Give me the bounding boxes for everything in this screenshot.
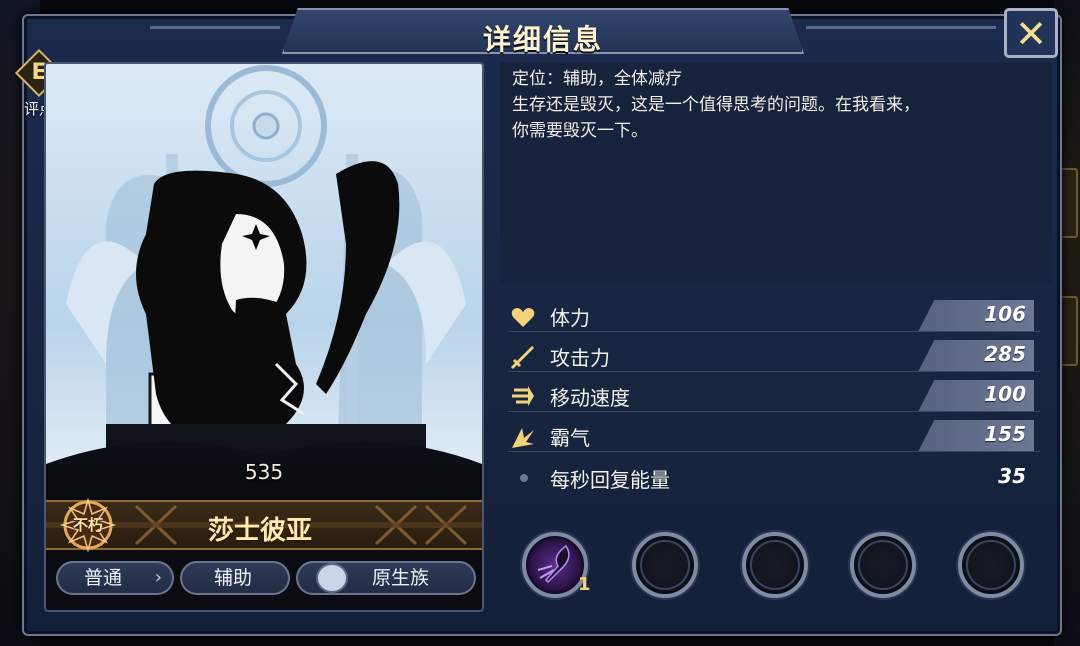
skill-slot-1[interactable]: 1	[516, 526, 594, 604]
skill-slot-2[interactable]	[626, 526, 704, 604]
stat-value: 285	[984, 342, 1026, 366]
close-button[interactable]: ✕	[1004, 8, 1058, 58]
title-ornament-right	[806, 26, 996, 29]
stat-value: 100	[984, 382, 1026, 406]
stat-divider	[508, 411, 1040, 412]
hero-name: 莎士彼亚	[207, 516, 312, 546]
skill-slot-5[interactable]	[952, 526, 1030, 604]
stats-panel: 体力 106 攻击力 285 移动速度 100 霸气 155 每秒回复能量 35	[500, 294, 1052, 506]
close-icon: ✕	[1015, 12, 1047, 56]
tag-faction-label: 原生族	[372, 567, 430, 589]
chevron-right-icon: ›	[154, 567, 162, 588]
rarity-badge-label: 不朽	[72, 516, 103, 534]
description-text-line-1: 生存还是毁灭，这是一个值得思考的问题。在我看来，	[512, 95, 920, 115]
tag-rank-label: 普通	[84, 567, 123, 589]
stat-row-attack: 攻击力 285	[500, 338, 1040, 374]
skill-level: 1	[578, 574, 591, 595]
hero-silhouette-art	[46, 64, 482, 498]
title-ornament-left	[150, 26, 280, 29]
tag-faction[interactable]: 原生族	[296, 561, 476, 595]
sword-icon	[510, 346, 534, 370]
heart-icon	[511, 308, 535, 327]
skill-empty-icon	[750, 540, 800, 590]
hero-power-value: 535	[244, 460, 284, 484]
stat-name: 移动速度	[550, 386, 630, 410]
rarity-badge: 不朽	[59, 497, 117, 553]
speed-icon	[512, 386, 534, 406]
tag-rank-button[interactable]: 普通 ›	[56, 561, 174, 595]
stat-value: 106	[984, 302, 1026, 326]
description-text-line-2: 你需要毁灭一下。	[512, 121, 648, 141]
faction-icon	[316, 563, 348, 593]
stat-row-hp: 体力 106	[500, 298, 1040, 334]
stat-row-dominance: 霸气 155	[500, 418, 1040, 454]
stat-row-speed: 移动速度 100	[500, 378, 1040, 414]
stat-divider	[508, 331, 1040, 332]
description-panel: 定位：辅助，全体减疗 生存还是毁灭，这是一个值得思考的问题。在我看来， 你需要毁…	[500, 62, 1052, 284]
title-plate: 详细信息	[282, 8, 804, 54]
tag-role[interactable]: 辅助	[180, 561, 290, 595]
skill-slot-4[interactable]	[844, 526, 922, 604]
dominance-icon	[512, 428, 534, 448]
stat-divider	[508, 371, 1040, 372]
description-role: 定位：辅助，全体减疗	[512, 69, 682, 89]
page-title: 详细信息	[482, 23, 603, 56]
skill-empty-icon	[858, 540, 908, 590]
stat-value: 35	[998, 464, 1026, 488]
stat-value: 155	[984, 422, 1026, 446]
stat-name: 攻击力	[550, 346, 610, 370]
stat-name: 体力	[550, 306, 590, 330]
skill-slot-3[interactable]	[736, 526, 814, 604]
skill-quill-icon	[537, 544, 570, 584]
stat-name: 每秒回复能量	[550, 468, 670, 492]
skill-empty-icon	[966, 540, 1016, 590]
stat-name: 霸气	[550, 426, 590, 450]
stat-row-energy-regen: 每秒回复能量 35	[500, 460, 1040, 496]
skill-empty-icon	[640, 540, 690, 590]
tag-role-label: 辅助	[214, 567, 253, 589]
stat-divider	[508, 451, 1040, 452]
dot-icon	[520, 474, 528, 482]
